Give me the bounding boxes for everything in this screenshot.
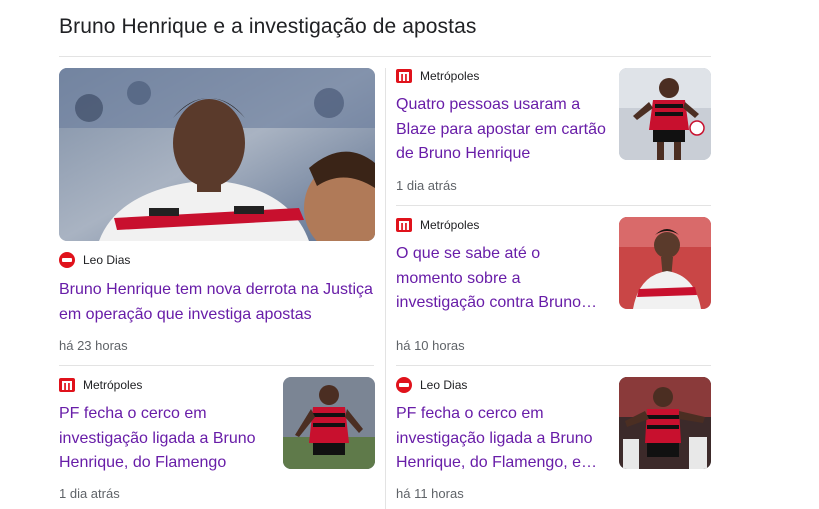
divider: [59, 56, 711, 57]
divider: [59, 365, 374, 366]
metropoles-logo-icon: [396, 69, 412, 83]
leo-dias-logo-icon: [396, 377, 412, 393]
source-name: Leo Dias: [83, 253, 131, 267]
article-source: Leo Dias: [59, 252, 130, 268]
article-time: há 10 horas: [396, 338, 465, 353]
article-thumbnail[interactable]: [283, 377, 375, 469]
article-title-link[interactable]: PF fecha o cerco em investigação ligada …: [59, 402, 275, 476]
article-time: há 11 horas: [396, 486, 464, 501]
column-divider: [385, 68, 386, 509]
article-thumbnail[interactable]: [619, 68, 711, 160]
article-source: Metrópoles: [59, 377, 142, 393]
source-name: Leo Dias: [420, 378, 468, 392]
article-title-link[interactable]: Bruno Henrique tem nova derrota na Justi…: [59, 278, 375, 327]
section-heading: Bruno Henrique e a investigação de apost…: [59, 15, 477, 38]
article-thumbnail[interactable]: [59, 68, 375, 241]
source-name: Metrópoles: [420, 69, 480, 83]
article-time: há 23 horas: [59, 338, 128, 353]
article-title-link[interactable]: O que se sabe até o momento sobre a inve…: [396, 242, 610, 316]
divider: [396, 365, 711, 366]
metropoles-logo-icon: [396, 218, 412, 232]
article-thumbnail[interactable]: [619, 217, 711, 309]
article-title-link[interactable]: Quatro pessoas usaram a Blaze para apost…: [396, 93, 610, 167]
metropoles-logo-icon: [59, 378, 75, 392]
article-time: 1 dia atrás: [59, 486, 120, 501]
article-source: Metrópoles: [396, 68, 479, 84]
leo-dias-logo-icon: [59, 252, 75, 268]
article-source: Leo Dias: [396, 377, 467, 393]
article-title-link[interactable]: PF fecha o cerco em investigação ligada …: [396, 402, 610, 476]
article-source: Metrópoles: [396, 217, 479, 233]
article-thumbnail[interactable]: [619, 377, 711, 469]
source-name: Metrópoles: [83, 378, 143, 392]
divider: [396, 205, 711, 206]
article-time: 1 dia atrás: [396, 178, 457, 193]
source-name: Metrópoles: [420, 218, 480, 232]
